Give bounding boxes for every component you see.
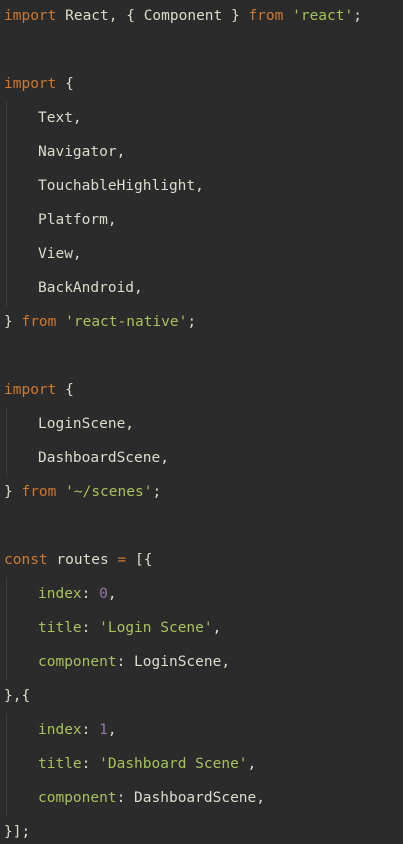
code-line: index: 1, xyxy=(0,718,117,742)
code-line: import { xyxy=(0,378,74,402)
code-line: BackAndroid, xyxy=(0,276,143,300)
code-line: index: 0, xyxy=(0,582,117,606)
code-token: View, xyxy=(38,246,82,262)
code-token: } xyxy=(4,484,22,500)
code-token: 'react-native' xyxy=(65,314,188,330)
code-token: import xyxy=(4,76,57,92)
code-line: } from '~/scenes'; xyxy=(0,480,161,504)
code-token: React, { Component } xyxy=(56,8,249,24)
code-line: Platform, xyxy=(0,208,117,232)
code-token: import xyxy=(4,382,57,398)
code-line: Navigator, xyxy=(0,140,125,164)
code-line: },{ xyxy=(0,684,30,708)
code-line: title: 'Dashboard Scene', xyxy=(0,752,256,776)
code-token: : xyxy=(116,790,135,806)
code-token: index xyxy=(38,722,82,738)
code-token: DashboardScene, xyxy=(134,790,265,806)
code-token: ; xyxy=(187,314,197,330)
code-line: }]; xyxy=(0,820,30,844)
code-line: Text, xyxy=(0,106,82,130)
code-token: Platform, xyxy=(38,212,117,228)
code-line: DashboardScene, xyxy=(0,446,169,470)
code-token: index xyxy=(38,586,82,602)
code-token: '~/scenes' xyxy=(65,484,153,500)
code-token: LoginScene, xyxy=(38,416,135,432)
code-token: ; xyxy=(353,8,362,24)
code-token: { xyxy=(56,76,74,92)
code-token: , xyxy=(107,586,117,602)
code-token: title xyxy=(38,756,82,772)
code-editor[interactable]: import React, { Component } from 'react'… xyxy=(0,0,403,843)
code-token: 'react' xyxy=(292,8,354,24)
code-token: LoginScene, xyxy=(134,654,231,670)
code-token: TouchableHighlight, xyxy=(38,178,204,194)
indent-guide xyxy=(6,578,7,680)
code-line: LoginScene, xyxy=(0,412,134,436)
code-token: title xyxy=(38,620,82,636)
code-line: const routes = [{ xyxy=(0,548,152,572)
code-line: } from 'react-native'; xyxy=(0,310,196,334)
code-token: },{ xyxy=(4,688,31,704)
code-token: 'Dashboard Scene' xyxy=(99,756,248,772)
code-token: Navigator, xyxy=(38,144,126,160)
code-line: import { xyxy=(0,72,74,96)
code-token: }]; xyxy=(4,824,31,840)
code-token: from xyxy=(248,8,284,24)
code-token: component xyxy=(38,790,117,806)
code-token: , xyxy=(247,756,257,772)
code-line: component: LoginScene, xyxy=(0,650,230,674)
code-line: import React, { Component } from 'react'… xyxy=(0,4,362,28)
code-token: : xyxy=(81,586,100,602)
code-token: ; xyxy=(152,484,162,500)
code-token: : xyxy=(81,620,100,636)
code-line: title: 'Login Scene', xyxy=(0,616,221,640)
code-token: = xyxy=(117,552,127,568)
code-token: from xyxy=(21,484,57,500)
code-token: { xyxy=(56,382,74,398)
indent-guide xyxy=(6,408,7,476)
indent-guide xyxy=(6,714,7,816)
code-token: DashboardScene, xyxy=(38,450,169,466)
code-token: } xyxy=(4,314,22,330)
code-token: : xyxy=(81,722,100,738)
code-line: component: DashboardScene, xyxy=(0,786,265,810)
code-token: 0 xyxy=(99,586,108,602)
code-token: 'Login Scene' xyxy=(99,620,213,636)
indent-guide xyxy=(6,102,7,306)
code-token: import xyxy=(4,8,57,24)
code-token: routes xyxy=(47,552,118,568)
code-token: [{ xyxy=(126,552,153,568)
code-line: View, xyxy=(0,242,82,266)
code-token: Text, xyxy=(38,110,82,126)
code-token: , xyxy=(212,620,222,636)
code-token: BackAndroid, xyxy=(38,280,143,296)
code-token: from xyxy=(21,314,57,330)
code-token: 1 xyxy=(99,722,108,738)
code-token: : xyxy=(116,654,135,670)
code-token: , xyxy=(107,722,117,738)
code-token: const xyxy=(4,552,48,568)
code-token: : xyxy=(81,756,100,772)
code-token: component xyxy=(38,654,117,670)
code-line: TouchableHighlight, xyxy=(0,174,204,198)
